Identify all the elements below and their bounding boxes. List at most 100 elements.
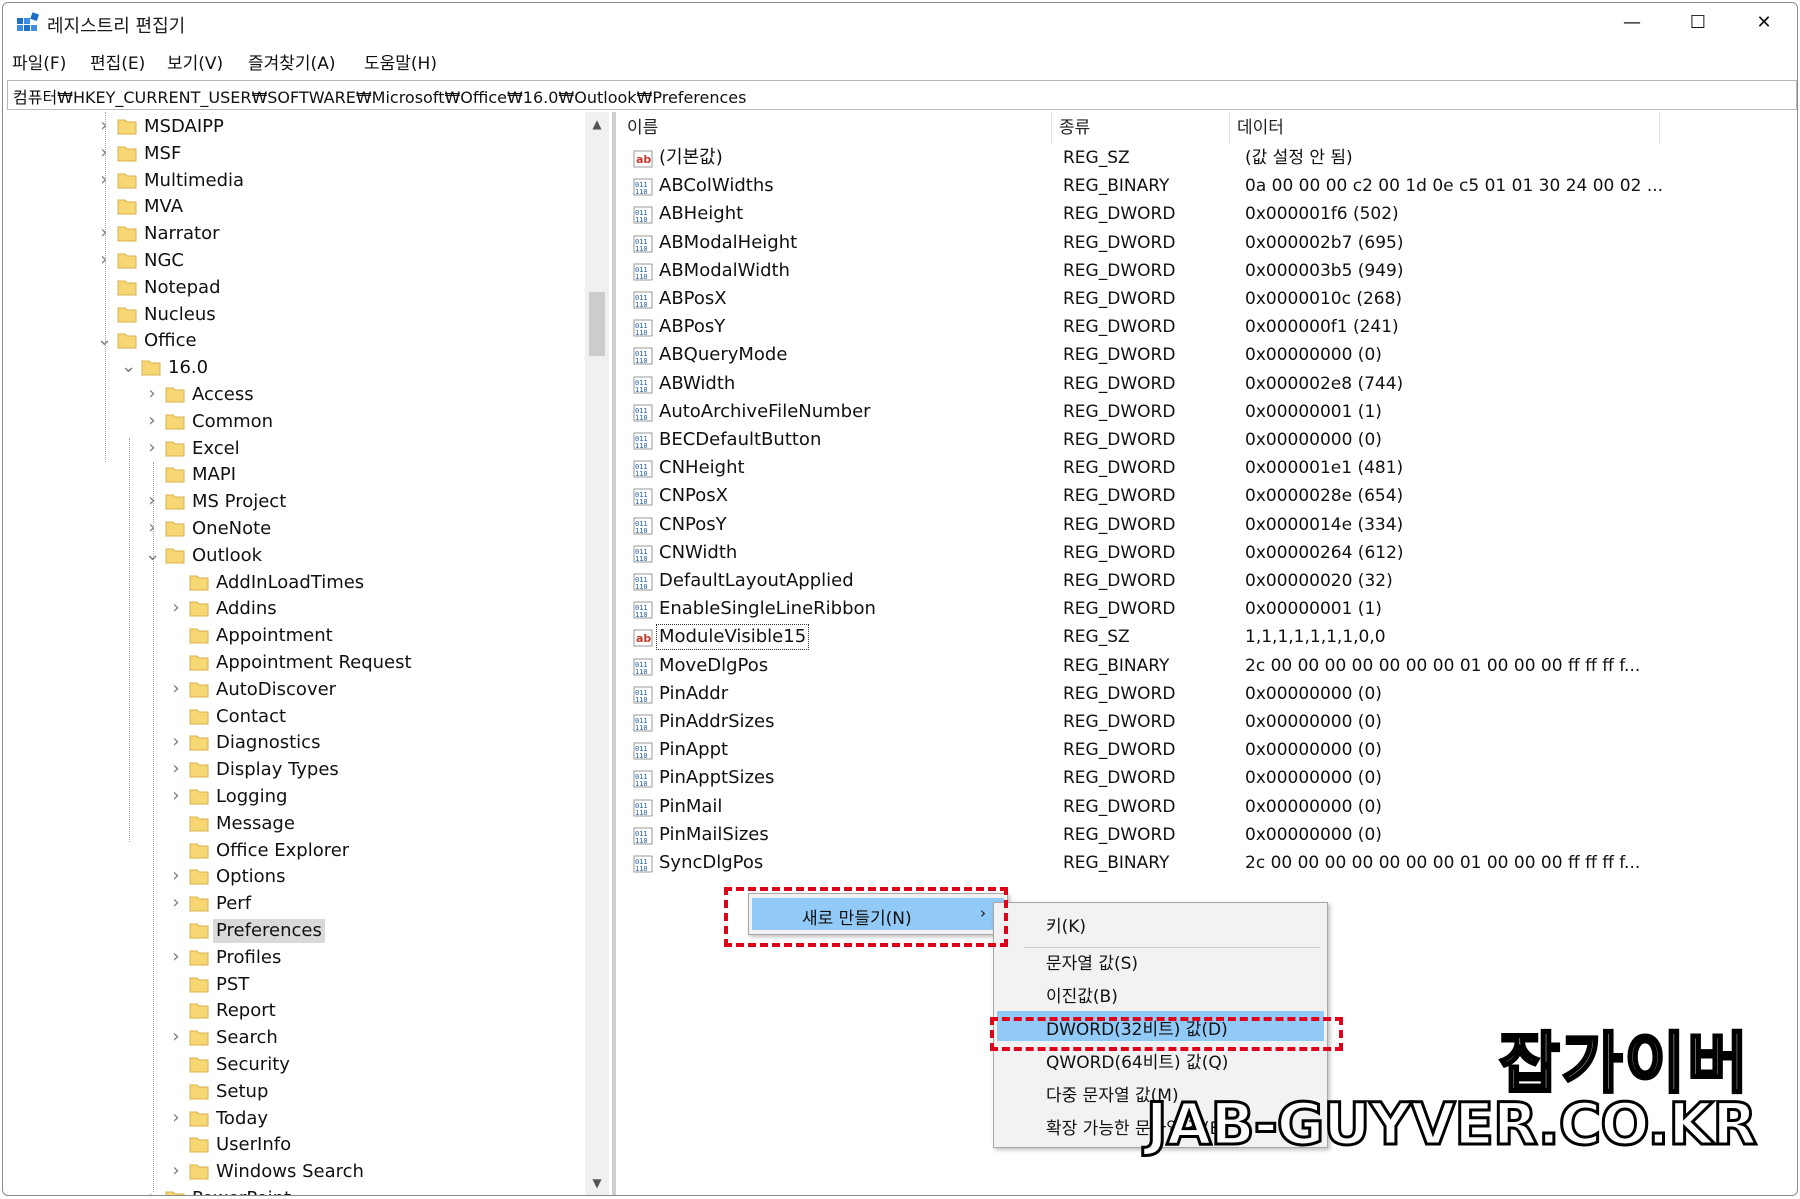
tree-item[interactable]: Office Explorer — [7, 838, 582, 864]
chevron-right-icon[interactable]: › — [145, 437, 159, 458]
tree-item[interactable]: › Excel — [7, 436, 582, 462]
value-row[interactable]: 011 110 CNPosX REG_DWORD 0x0000028e (654) — [620, 483, 1795, 511]
tree-item[interactable]: › Diagnostics — [7, 730, 582, 756]
submenu-item[interactable]: 키(K) — [997, 908, 1324, 938]
tree-item[interactable]: ⌄ 16.0 — [7, 355, 582, 381]
tree-item[interactable]: MAPI — [7, 462, 582, 488]
chevron-right-icon[interactable]: › — [169, 786, 183, 806]
chevron-right-icon[interactable]: › — [169, 866, 183, 886]
menu-help[interactable]: 도움말(H) — [364, 49, 437, 74]
tree-item[interactable]: › NGC — [7, 248, 582, 274]
tree-item[interactable]: › Display Types — [7, 757, 582, 783]
chevron-right-icon[interactable]: › — [97, 223, 111, 243]
value-row[interactable]: 011 110 ABQueryMode REG_DWORD 0x00000000 (0) — [620, 342, 1795, 370]
chevron-right-icon[interactable]: › — [169, 893, 183, 913]
value-row[interactable]: 011 110 ABHeight REG_DWORD 0x000001f6 (502) — [620, 201, 1795, 229]
chevron-right-icon[interactable]: › — [169, 598, 183, 618]
tree-item[interactable]: Message — [7, 811, 582, 837]
chevron-right-icon[interactable]: › — [169, 1161, 183, 1181]
close-button[interactable]: ✕ — [1731, 3, 1797, 43]
tree-item[interactable]: UserInfo — [7, 1132, 582, 1158]
tree-vertical-scrollbar[interactable]: ▲ ▼ — [585, 112, 609, 1195]
submenu-item[interactable]: 문자열 값(S) — [997, 945, 1324, 975]
value-row[interactable]: 011 110 AutoArchiveFileNumber REG_DWORD 0x00… — [620, 399, 1795, 427]
chevron-right-icon[interactable]: › — [169, 1107, 183, 1128]
tree-item[interactable]: › Search — [7, 1025, 582, 1051]
tree-item[interactable]: › MSF — [7, 141, 582, 167]
value-row[interactable]: 011 110 PinAddrSizes REG_DWORD 0x00000000 (0… — [620, 709, 1795, 737]
chevron-down-icon[interactable]: ⌄ — [121, 357, 136, 377]
tree-item[interactable]: › Multimedia — [7, 168, 582, 194]
value-row[interactable]: 011 110 ABModalHeight REG_DWORD 0x000002b7 (… — [620, 230, 1795, 258]
minimize-button[interactable]: — — [1599, 3, 1665, 43]
tree-item[interactable]: › AutoDiscover — [7, 677, 582, 703]
tree-item[interactable]: › PowerPoint — [7, 1186, 582, 1195]
value-row[interactable]: 011 110 PinMailSizes REG_DWORD 0x00000000 (0… — [620, 822, 1795, 850]
tree-item[interactable]: ⌄ Outlook — [7, 543, 582, 569]
scrollbar-thumb[interactable] — [589, 292, 605, 356]
chevron-right-icon[interactable]: › — [169, 759, 183, 779]
tree-item[interactable]: Setup — [7, 1079, 582, 1105]
tree-item[interactable]: › Logging — [7, 784, 582, 810]
menu-view[interactable]: 보기(V) — [167, 49, 223, 74]
chevron-right-icon[interactable]: › — [145, 1188, 159, 1196]
value-row[interactable]: 011 110 BECDefaultButton REG_DWORD 0x0000000… — [620, 427, 1795, 455]
value-row[interactable]: ab ModuleVisible15 REG_SZ 1,1,1,1,1,1,1,0,0 — [620, 624, 1795, 652]
tree-item[interactable]: › Windows Search — [7, 1159, 582, 1185]
chevron-right-icon[interactable]: › — [169, 732, 183, 752]
value-row[interactable]: 011 110 EnableSingleLineRibbon REG_DWORD 0x0… — [620, 596, 1795, 624]
value-row[interactable]: 011 110 ABModalWidth REG_DWORD 0x000003b5 (9… — [620, 258, 1795, 286]
tree-item[interactable]: › Addins — [7, 596, 582, 622]
menu-edit[interactable]: 편집(E) — [90, 49, 145, 74]
maximize-button[interactable]: ☐ — [1665, 3, 1731, 43]
value-row[interactable]: 011 110 CNPosY REG_DWORD 0x0000014e (334) — [620, 512, 1795, 540]
chevron-right-icon[interactable]: › — [97, 142, 111, 163]
scroll-up-arrow-icon[interactable]: ▲ — [585, 112, 609, 136]
menu-file[interactable]: 파일(F) — [12, 49, 66, 74]
tree-item[interactable]: AddInLoadTimes — [7, 570, 582, 596]
tree-item[interactable]: › MSDAIPP — [7, 114, 582, 140]
chevron-right-icon[interactable]: › — [169, 1027, 183, 1047]
tree-item[interactable]: ⌄ Office — [7, 328, 582, 354]
tree-item[interactable]: Appointment Request — [7, 650, 582, 676]
value-row[interactable]: 011 110 ABPosY REG_DWORD 0x000000f1 (241) — [620, 314, 1795, 342]
chevron-right-icon[interactable]: › — [169, 678, 183, 699]
chevron-down-icon[interactable]: ⌄ — [97, 330, 112, 350]
chevron-right-icon[interactable]: › — [145, 518, 159, 538]
tree-item[interactable]: MVA — [7, 194, 582, 220]
value-row[interactable]: 011 110 SyncDlgPos REG_BINARY 2c 00 00 00 00… — [620, 850, 1795, 878]
pane-splitter[interactable] — [612, 112, 616, 1195]
chevron-right-icon[interactable]: › — [145, 384, 159, 404]
value-row[interactable]: 011 110 ABColWidths REG_BINARY 0a 00 00 00 c… — [620, 173, 1795, 201]
chevron-right-icon[interactable]: › — [145, 491, 159, 511]
column-header-type[interactable]: 종류 — [1052, 112, 1230, 144]
scroll-down-arrow-icon[interactable]: ▼ — [585, 1171, 609, 1195]
value-row[interactable]: ab (기본값) REG_SZ (값 설정 안 됨) — [620, 145, 1795, 173]
value-row[interactable]: 011 110 PinApptSizes REG_DWORD 0x00000000 (0… — [620, 765, 1795, 793]
tree-item[interactable]: › Access — [7, 382, 582, 408]
chevron-right-icon[interactable]: › — [169, 946, 183, 967]
tree-item[interactable]: › Narrator — [7, 221, 582, 247]
column-header-data[interactable]: 데이터 — [1230, 112, 1660, 144]
chevron-right-icon[interactable]: › — [97, 169, 111, 190]
tree-item[interactable]: Security — [7, 1052, 582, 1078]
menu-favorites[interactable]: 즐겨찾기(A) — [248, 49, 335, 74]
submenu-item[interactable]: 이진값(B) — [997, 978, 1324, 1008]
chevron-right-icon[interactable]: › — [97, 250, 111, 270]
value-row[interactable]: 011 110 MoveDlgPos REG_BINARY 2c 00 00 00 00… — [620, 653, 1795, 681]
value-row[interactable]: 011 110 ABPosX REG_DWORD 0x0000010c (268) — [620, 286, 1795, 314]
tree-item[interactable]: Contact — [7, 704, 582, 730]
value-row[interactable]: 011 110 PinAppt REG_DWORD 0x00000000 (0) — [620, 737, 1795, 765]
value-row[interactable]: 011 110 DefaultLayoutApplied REG_DWORD 0x000… — [620, 568, 1795, 596]
value-row[interactable]: 011 110 CNHeight REG_DWORD 0x000001e1 (481) — [620, 455, 1795, 483]
tree-item[interactable]: PST — [7, 972, 582, 998]
address-bar[interactable]: 컴퓨터₩HKEY_CURRENT_USER₩SOFTWARE₩Microsoft… — [7, 80, 1797, 110]
chevron-right-icon[interactable]: › — [145, 410, 159, 431]
tree-item[interactable]: › MS Project — [7, 489, 582, 515]
tree-item[interactable]: Notepad — [7, 275, 582, 301]
tree-item[interactable]: Nucleus — [7, 302, 582, 328]
tree-item[interactable]: › Perf — [7, 891, 582, 917]
tree-item[interactable]: › Profiles — [7, 945, 582, 971]
column-header-name[interactable]: 이름 — [620, 112, 1052, 144]
chevron-down-icon[interactable]: ⌄ — [145, 544, 160, 565]
